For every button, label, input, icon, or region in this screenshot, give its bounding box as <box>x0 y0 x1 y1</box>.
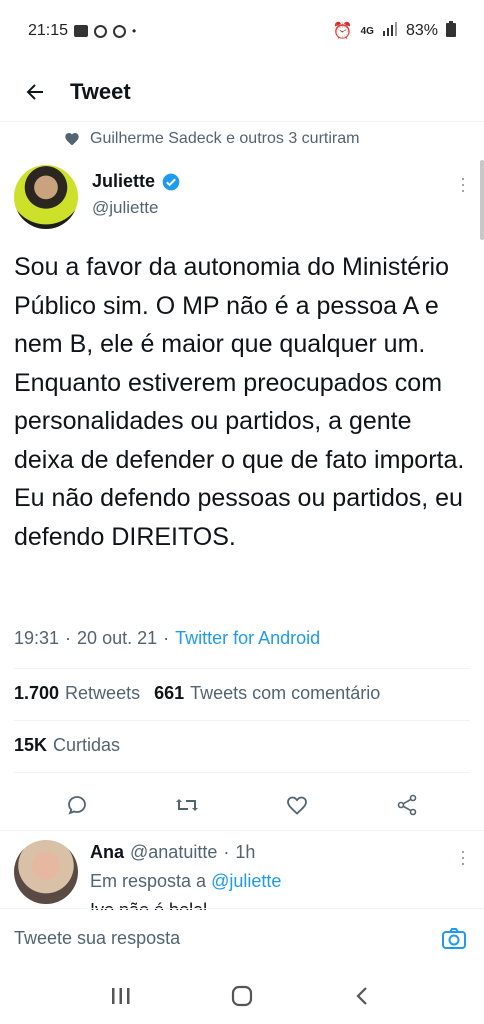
author-avatar[interactable] <box>14 165 78 229</box>
author-name[interactable]: Juliette <box>92 171 155 192</box>
author-info: Juliette @juliette <box>92 171 181 235</box>
more-vertical-icon: · · · <box>460 168 466 200</box>
chrome-notification-icon-2 <box>113 24 127 38</box>
retweet-icon <box>176 799 198 811</box>
status-bar: 21:15 • ⏰ 4G 83% <box>0 0 484 62</box>
reply-tweet[interactable]: Ana @anatuitte · 1h Em resposta a @julie… <box>14 840 474 910</box>
retweets-count: 1.700 <box>14 683 60 703</box>
reply-context: Em resposta a @juliette <box>90 871 281 892</box>
reply-mention-link[interactable]: @juliette <box>211 871 281 891</box>
meta-separator-2: · <box>163 628 170 648</box>
camera-icon <box>442 927 466 949</box>
retweet-button[interactable] <box>167 785 207 825</box>
author-name-row: Juliette <box>92 171 181 192</box>
chrome-notification-icon <box>94 24 108 38</box>
arrow-left-icon <box>26 83 43 100</box>
status-time: 21:15 <box>28 22 69 39</box>
nav-back-icon <box>356 987 368 1005</box>
likes-stat[interactable]: 15K Curtidas <box>14 735 134 756</box>
social-context-text: Guilherme Sadeck e outros 3 curtiram <box>90 130 360 147</box>
stats-row: 1.700 Retweets 661 Tweets com comentário <box>14 683 394 704</box>
heart-icon <box>65 133 79 146</box>
scroll-indicator[interactable] <box>480 160 484 240</box>
divider <box>0 830 484 831</box>
status-left: 21:15 • <box>28 22 136 40</box>
social-context[interactable]: Guilherme Sadeck e outros 3 curtiram <box>64 130 359 148</box>
reply-author-name[interactable]: Ana <box>90 842 124 863</box>
tweet-actions <box>0 780 484 830</box>
battery-percent: 83% <box>405 22 438 39</box>
more-vertical-icon: · · · <box>460 841 466 873</box>
camera-button[interactable] <box>438 923 470 955</box>
compose-bar <box>0 908 484 968</box>
signal-icon <box>382 21 398 41</box>
reply-author-handle[interactable]: @anatuitte <box>130 842 217 863</box>
divider <box>14 668 470 669</box>
verified-badge-icon <box>162 173 180 190</box>
reply-input[interactable] <box>14 928 438 949</box>
quotes-label: Tweets com comentário <box>190 683 381 703</box>
reply-context-prefix: Em resposta a <box>90 871 207 891</box>
reply-more-button[interactable]: · · · <box>460 842 466 872</box>
reply-avatar[interactable] <box>14 840 78 904</box>
tweet-meta: 19:31 · 20 out. 21 · Twitter for Android <box>14 628 320 649</box>
reply-icon <box>68 796 86 815</box>
recents-icon <box>111 988 130 1004</box>
battery-icon <box>446 20 456 42</box>
tweet-source-link[interactable]: Twitter for Android <box>175 628 320 649</box>
reply-separator: · <box>223 842 230 862</box>
share-icon <box>397 794 417 816</box>
page-title: Tweet <box>70 78 131 104</box>
more-notifications-icon: • <box>132 24 137 38</box>
network-label: 4G <box>360 25 374 37</box>
alarm-icon: ⏰ <box>332 23 353 40</box>
likes-count: 15K <box>14 735 48 755</box>
nav-back-button[interactable] <box>343 976 383 1016</box>
like-icon <box>287 796 307 815</box>
home-button[interactable] <box>222 976 262 1016</box>
reply-body: Ana @anatuitte · 1h Em resposta a @julie… <box>90 842 281 910</box>
quotes-stat[interactable]: 661 Tweets com comentário <box>154 683 394 704</box>
recents-button[interactable] <box>101 976 141 1016</box>
status-right: ⏰ 4G 83% <box>332 20 456 42</box>
likes-label: Curtidas <box>53 735 121 755</box>
share-button[interactable] <box>387 785 427 825</box>
reply-time: 1h <box>235 842 256 862</box>
app-header: Tweet <box>0 62 484 122</box>
divider <box>14 772 470 773</box>
youtube-notification-icon <box>74 25 89 37</box>
reply-header: Ana @anatuitte · 1h <box>90 842 281 863</box>
author-handle[interactable]: @juliette <box>92 198 181 218</box>
back-button[interactable] <box>0 62 70 122</box>
divider <box>14 720 470 721</box>
tweet-text: Sou a favor da autonomia do Ministério P… <box>14 253 465 551</box>
retweets-stat[interactable]: 1.700 Retweets <box>14 683 154 704</box>
more-options-button[interactable]: · · · <box>460 169 466 199</box>
home-icon <box>231 985 253 1007</box>
retweets-label: Retweets <box>65 683 141 703</box>
system-nav-bar <box>0 968 484 1024</box>
like-button[interactable] <box>277 785 317 825</box>
reply-button[interactable] <box>57 785 97 825</box>
tweet-author: Juliette @juliette · · · <box>14 165 474 235</box>
quotes-count: 661 <box>154 683 185 703</box>
tweet-time: 19:31 <box>14 628 60 648</box>
tweet-date: 20 out. 21 <box>77 628 158 648</box>
meta-separator: · <box>65 628 72 648</box>
